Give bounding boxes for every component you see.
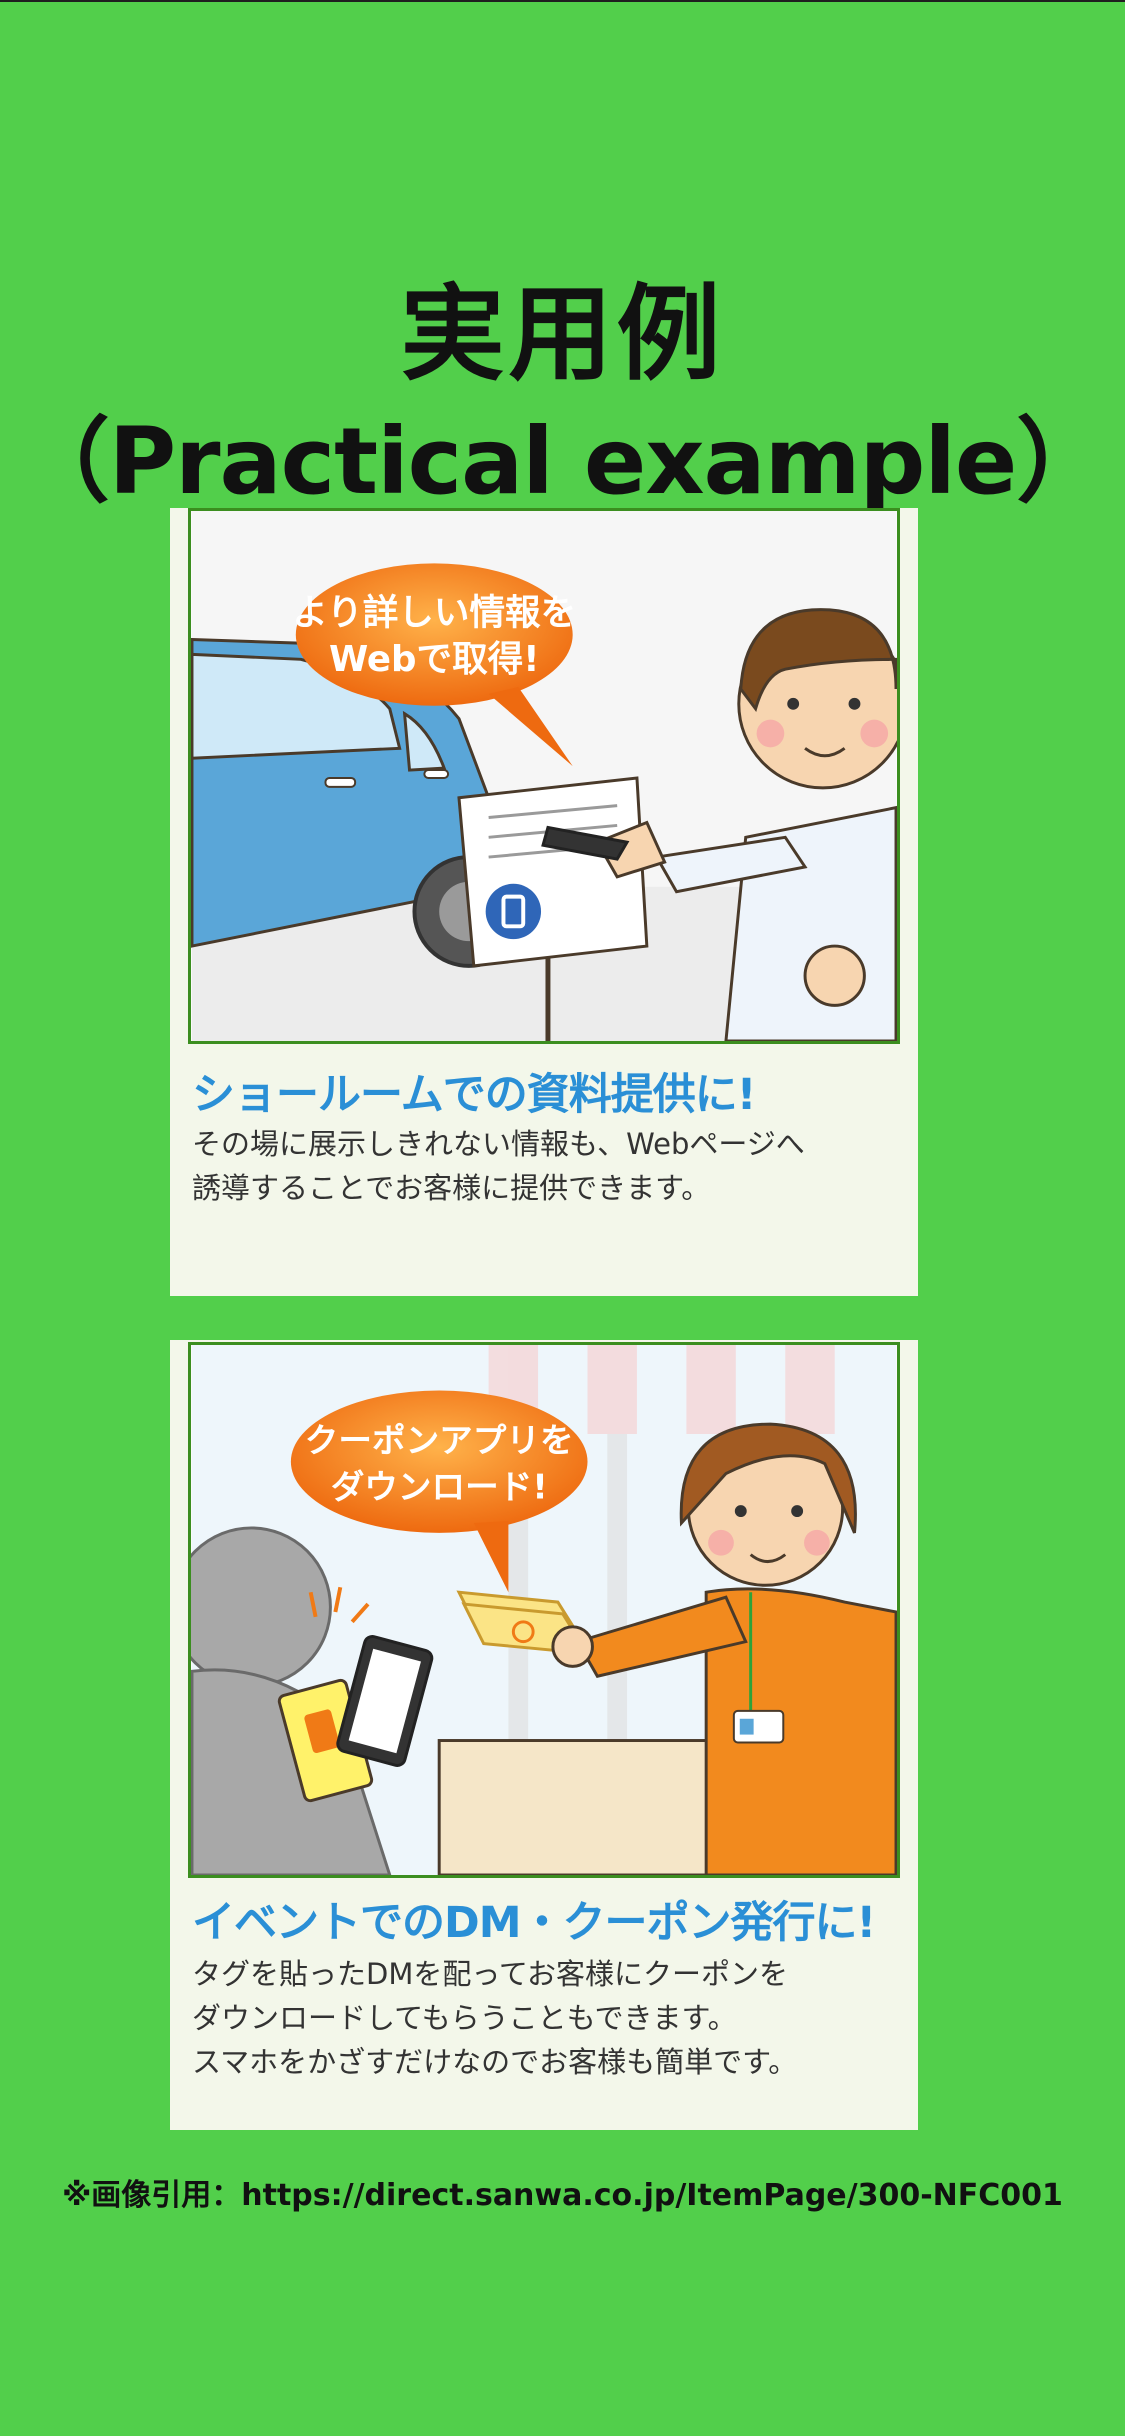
bubble-line-1: より詳しい情報を: [292, 593, 576, 634]
showroom-scene-svg: より詳しい情報を Webで取得!: [191, 511, 897, 1041]
showroom-description-line-1: その場に展示しきれない情報も、Webページへ: [192, 1127, 805, 1161]
showroom-heading: ショールームでの資料提供に!: [192, 1070, 756, 1120]
showroom-illustration: より詳しい情報を Webで取得!: [188, 508, 900, 1044]
event-coupon-example-card: クーポンアプリを ダウンロード! イベントでのDM・クーポン発行に! タグを貼っ…: [170, 1340, 918, 2130]
showroom-description: その場に展示しきれない情報も、Webページへ 誘導することでお客様に提供できます…: [192, 1122, 805, 1210]
bubble-line-2: Webで取得!: [329, 639, 540, 680]
page-title: 実用例 （Practical example）: [0, 270, 1125, 526]
bubble-line-2: ダウンロード!: [331, 1467, 548, 1506]
event-illustration: クーポンアプリを ダウンロード!: [188, 1342, 900, 1878]
title-japanese: 実用例: [400, 273, 725, 395]
event-description-line-1: タグを貼ったDMを配ってお客様にクーポンを: [192, 1957, 789, 1991]
top-border: [0, 0, 1125, 2]
title-english: （Practical example）: [17, 408, 1109, 515]
showroom-example-card: より詳しい情報を Webで取得! ショールームでの資料提供に! その場に展示しき…: [170, 508, 918, 1296]
event-description-line-3: スマホをかざすだけなのでお客様も簡単です。: [192, 2045, 798, 2079]
event-description-line-2: ダウンロードしてもらうこともできます。: [192, 2001, 737, 2035]
event-heading: イベントでのDM・クーポン発行に!: [192, 1898, 876, 1948]
event-description: タグを貼ったDMを配ってお客様にクーポンを ダウンロードしてもらうこともできます…: [192, 1952, 797, 2084]
event-scene-svg: クーポンアプリを ダウンロード!: [191, 1345, 897, 1875]
nfc-phone-icon: [485, 883, 542, 940]
bubble-line-1: クーポンアプリを: [305, 1421, 574, 1460]
showroom-description-line-2: 誘導することでお客様に提供できます。: [192, 1171, 711, 1205]
image-credit: ※画像引用：https://direct.sanwa.co.jp/ItemPag…: [62, 2178, 1063, 2213]
